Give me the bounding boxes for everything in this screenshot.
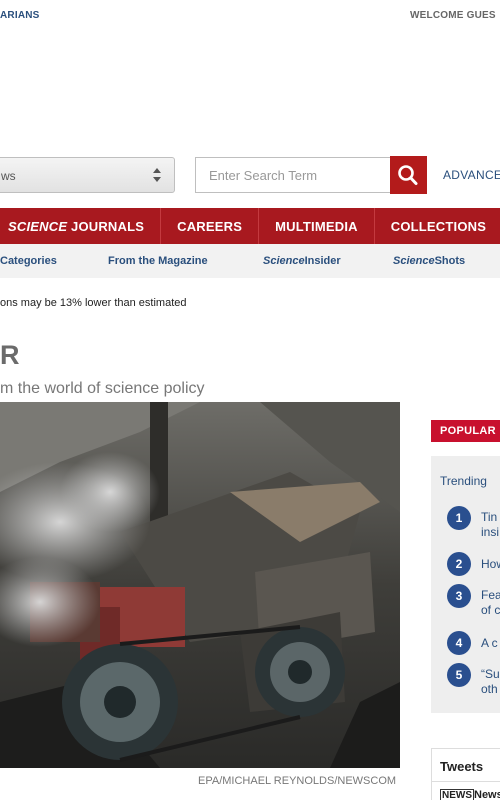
subnav-scienceshots[interactable]: ScienceShots [393,255,465,267]
search-input[interactable] [195,157,391,193]
nav-collections[interactable]: COLLECTIONS [375,208,500,244]
tweets-heading: Tweets [440,759,484,774]
sub-nav: Categories From the Magazine ScienceInsi… [0,244,500,278]
trending-title-line1: Tin [481,510,498,524]
trending-number: 3 [447,584,471,608]
trending-number: 4 [447,631,471,655]
subnav-scienceshots-label: Shots [434,255,466,267]
trending-title-line1: “Su [481,667,500,681]
search-category-value: ws [1,169,16,183]
subnav-from-the-magazine[interactable]: From the Magazine [108,255,208,267]
trending-title-line1: Fea [481,588,500,602]
trending-number: 1 [447,506,471,530]
image-credit: EPA/MICHAEL REYNOLDS/NEWSCOM [198,775,397,787]
search-category-select[interactable]: ws [0,157,175,193]
advanced-search-link[interactable]: ADVANCE [443,168,500,182]
nav-careers[interactable]: CAREERS [161,208,260,244]
page-heading: R [0,340,20,370]
welcome-guest-text: WELCOME GUES [410,10,496,21]
breaking-news-link[interactable]: ons may be 13% lower than estimated [0,297,187,309]
subnav-scienceshots-italic: Science [393,255,435,267]
tweets-divider [431,781,500,782]
nav-multimedia[interactable]: MULTIMEDIA [259,208,375,244]
trending-number: 5 [447,663,471,687]
sort-arrows-icon [153,168,161,182]
main-nav: SCIENCE JOURNALS CAREERS MULTIMEDIA COLL… [0,208,500,244]
librarians-link[interactable]: ARIANS [0,10,40,21]
image-caption: ...................... [0,794,62,800]
nav-science-journals[interactable]: SCIENCE JOURNALS [0,208,162,244]
trending-label[interactable]: Trending [440,474,487,488]
trending-number: 2 [447,552,471,576]
tweet-author[interactable]: News [474,789,500,800]
subnav-scienceinsider-italic: Science [263,255,305,267]
article-image[interactable] [0,402,400,768]
news-logo-badge: NEWS [440,789,474,800]
search-button[interactable] [390,156,427,194]
popular-tab[interactable]: POPULAR [431,420,500,442]
trending-title-line2: oth [481,682,498,696]
page-subheading: m the world of science policy [0,380,205,397]
nav-science-journals-italic: SCIENCE [8,218,68,234]
subnav-categories[interactable]: Categories [0,255,57,267]
trending-title-line1: How [481,557,500,571]
search-icon [398,165,418,185]
trending-title-line2: insi [481,525,500,539]
trending-title-line1: A c [481,636,498,650]
subnav-scienceinsider-label: Insider [304,255,341,267]
nav-science-journals-label: JOURNALS [67,218,145,234]
trending-title-line2: of c [481,603,500,617]
coal-machine-illustration [0,402,400,768]
subnav-scienceinsider[interactable]: ScienceInsider [263,255,341,267]
